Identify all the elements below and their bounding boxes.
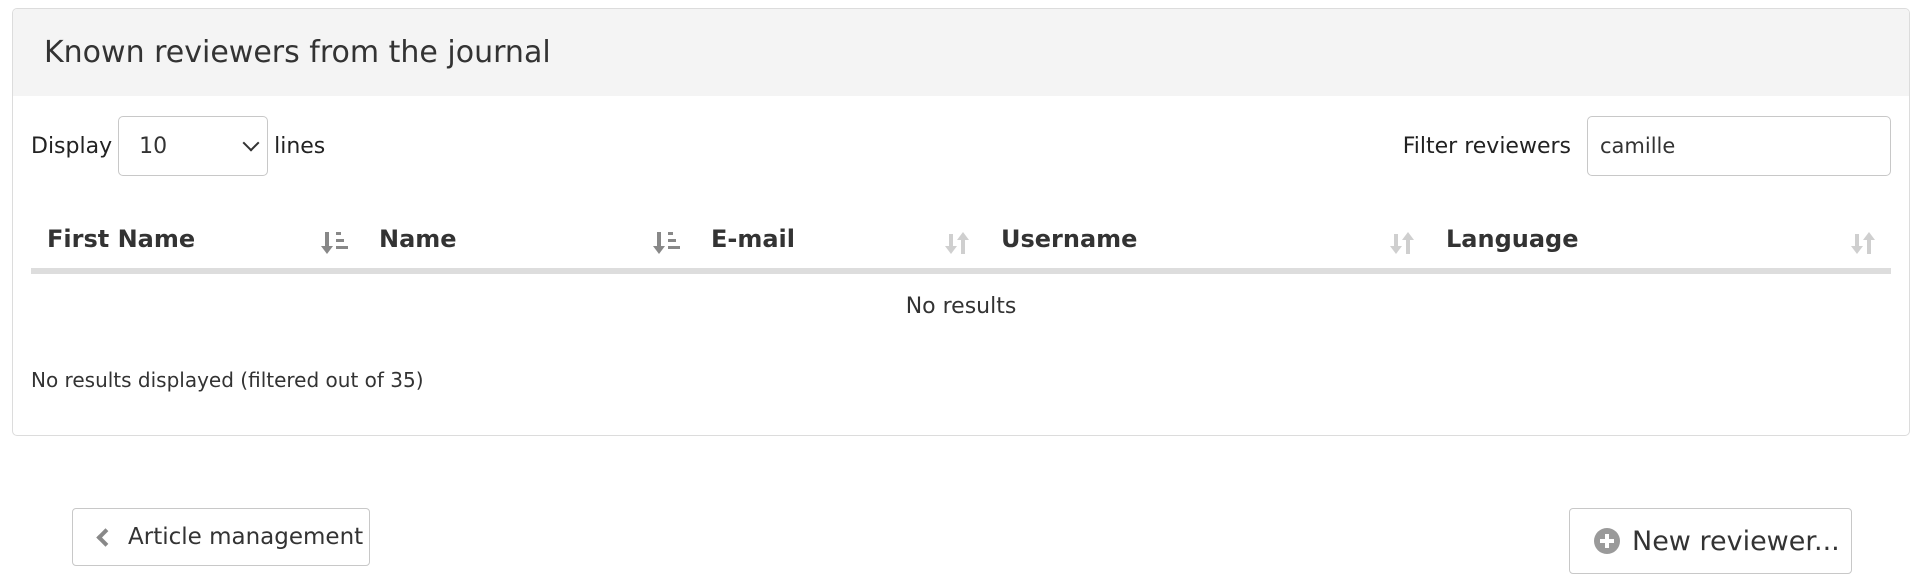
page-length-prefix: Display: [31, 133, 113, 159]
page-length-value: 10: [139, 133, 168, 159]
reviewers-table: First Name Name E-mail Username Language…: [31, 210, 1891, 338]
filter-input[interactable]: camille: [1587, 116, 1891, 176]
article-management-button[interactable]: Article management: [72, 508, 370, 566]
column-header-label: Name: [379, 225, 457, 253]
new-reviewer-label: New reviewer...: [1632, 525, 1840, 557]
page-length-suffix: lines: [274, 133, 326, 159]
column-header-username[interactable]: Username: [985, 210, 1430, 268]
empty-results-row: No results: [31, 274, 1891, 338]
empty-results-text: No results: [905, 293, 1017, 319]
column-header-language[interactable]: Language: [1430, 210, 1891, 268]
article-management-label: Article management: [128, 524, 364, 550]
column-header-email[interactable]: E-mail: [695, 210, 985, 268]
column-header-label: E-mail: [711, 225, 796, 253]
sort-both-icon: [1851, 232, 1875, 254]
chevron-down-icon: [242, 134, 260, 152]
new-reviewer-button[interactable]: New reviewer...: [1569, 508, 1852, 574]
filter-input-value: camille: [1600, 134, 1676, 158]
sort-alpha-asc-icon: [321, 232, 348, 254]
page-length-select[interactable]: 10: [118, 116, 269, 176]
sort-alpha-asc-icon: [653, 232, 680, 254]
sort-both-icon: [1390, 232, 1414, 254]
table-header: First Name Name E-mail Username Language: [31, 210, 1891, 274]
plus-circle-icon: [1594, 528, 1620, 554]
column-header-label: Username: [1001, 225, 1138, 253]
page-length-control: Display 10 lines: [31, 116, 325, 176]
filter-label: Filter reviewers: [1402, 133, 1571, 159]
column-header-label: First Name: [47, 225, 196, 253]
chevron-left-icon: [96, 527, 115, 547]
sort-both-icon: [945, 232, 969, 254]
table-info: No results displayed (filtered out of 35…: [31, 368, 424, 392]
panel-title: Known reviewers from the journal: [44, 35, 551, 70]
panel-heading: Known reviewers from the journal: [13, 9, 1909, 96]
column-header-name[interactable]: Name: [363, 210, 695, 268]
table-controls: Display 10 lines Filter reviewers camill…: [31, 116, 1891, 176]
column-header-label: Language: [1446, 225, 1579, 253]
column-header-first-name[interactable]: First Name: [31, 210, 363, 268]
filter-control: Filter reviewers camille: [1403, 116, 1891, 176]
